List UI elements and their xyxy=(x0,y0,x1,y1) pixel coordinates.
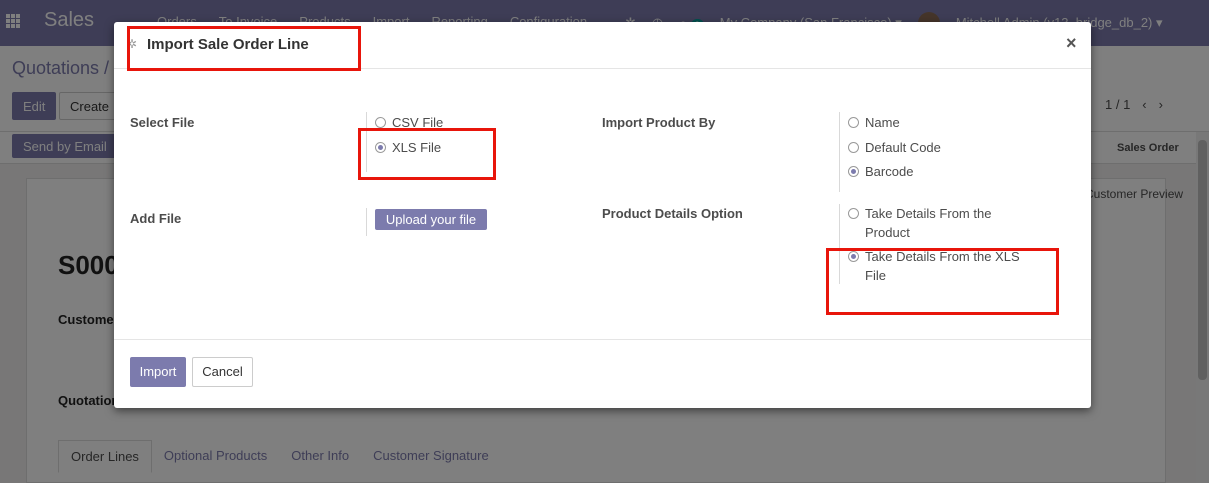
radio-icon[interactable] xyxy=(848,117,859,128)
radio-barcode[interactable]: Barcode xyxy=(848,162,913,181)
radio-default-code[interactable]: Default Code xyxy=(848,138,941,157)
close-icon[interactable]: × xyxy=(1066,33,1077,54)
radio-name-label: Name xyxy=(865,115,900,130)
radio-icon[interactable] xyxy=(848,142,859,153)
separator xyxy=(839,112,840,192)
radio-checked-icon[interactable] xyxy=(848,166,859,177)
import-product-by-label: Import Product By xyxy=(602,115,716,130)
radio-barcode-label: Barcode xyxy=(865,164,914,179)
highlight-box-title xyxy=(127,26,361,71)
import-button[interactable]: Import xyxy=(130,357,186,387)
radio-icon[interactable] xyxy=(375,117,386,128)
radio-icon[interactable] xyxy=(848,208,859,219)
radio-take-details-product[interactable]: Take Details From the Product xyxy=(848,204,1028,242)
separator xyxy=(366,208,367,236)
import-sale-order-line-dialog: ✲ Import Sale Order Line × Select File C… xyxy=(114,22,1091,408)
radio-name[interactable]: Name xyxy=(848,113,900,132)
select-file-label: Select File xyxy=(130,115,195,130)
cancel-button[interactable]: Cancel xyxy=(192,357,253,387)
radio-default-code-label: Default Code xyxy=(865,140,941,155)
add-file-label: Add File xyxy=(130,211,182,226)
modal-footer: Import Cancel xyxy=(114,339,1091,408)
highlight-box-xls-file xyxy=(358,128,496,180)
radio-details-product-label: Take Details From the Product xyxy=(865,206,992,240)
product-details-option-label: Product Details Option xyxy=(602,206,743,221)
upload-file-button[interactable]: Upload your file xyxy=(375,209,487,230)
highlight-box-details-xls xyxy=(826,248,1059,315)
